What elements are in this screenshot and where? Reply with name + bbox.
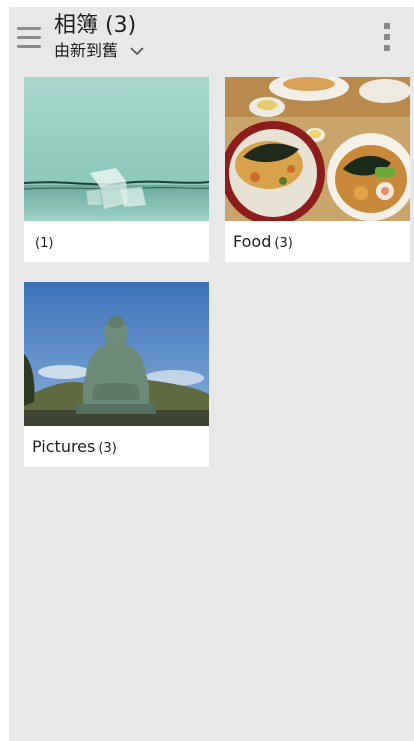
more-vertical-icon[interactable] [379, 21, 395, 53]
album-thumbnail [225, 77, 410, 221]
album-screen: 相簿 (3) 由新到舊 (1) Food (3) Pictures (3) [9, 7, 414, 741]
album-card[interactable]: (1) [24, 77, 209, 262]
album-name: Pictures [32, 437, 96, 456]
album-card[interactable]: Pictures (3) [24, 282, 209, 467]
ice-cube-water-image [24, 77, 209, 221]
album-count: (1) [35, 236, 54, 251]
food-image [225, 77, 410, 221]
page-title: 相簿 (3) [54, 13, 137, 38]
album-thumbnail [24, 77, 209, 221]
album-count: (3) [98, 441, 117, 456]
album-caption: Pictures (3) [32, 434, 117, 460]
buddha-statue-image [24, 282, 209, 426]
chevron-down-icon [130, 47, 144, 56]
album-thumbnail [24, 282, 209, 426]
album-card[interactable]: Food (3) [225, 77, 410, 262]
album-name: Food [233, 232, 272, 251]
album-caption: (1) [32, 229, 53, 255]
album-count: (3) [274, 236, 293, 251]
album-caption: Food (3) [233, 229, 293, 255]
sort-order-label: 由新到舊 [54, 41, 119, 60]
sort-order-dropdown[interactable]: 由新到舊 [54, 41, 144, 61]
top-app-bar: 相簿 (3) 由新到舊 [9, 7, 414, 70]
hamburger-menu-icon[interactable] [16, 23, 42, 53]
